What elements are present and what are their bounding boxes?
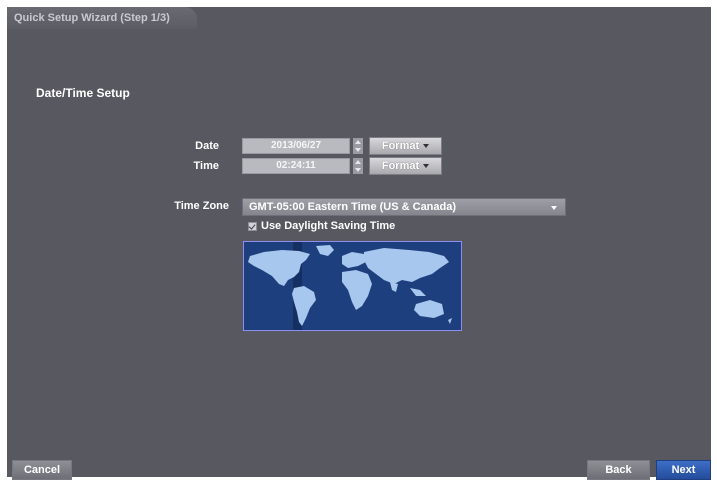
next-button[interactable]: Next bbox=[656, 460, 711, 480]
timezone-label: Time Zone bbox=[174, 200, 229, 212]
timezone-value: GMT-05:00 Eastern Time (US & Canada) bbox=[249, 201, 457, 213]
time-label: Time bbox=[193, 160, 219, 172]
daylight-saving-label: Use Daylight Saving Time bbox=[261, 220, 396, 232]
window-title: Quick Setup Wizard (Step 1/3) bbox=[14, 12, 170, 24]
date-field[interactable]: 2013/06/27 bbox=[242, 138, 350, 154]
world-map-icon bbox=[244, 242, 461, 330]
date-format-label: Format bbox=[381, 140, 420, 152]
title-tab: Quick Setup Wizard (Step 1/3) bbox=[7, 7, 197, 29]
daylight-saving-checkbox[interactable] bbox=[248, 221, 257, 231]
daylight-saving-row[interactable]: Use Daylight Saving Time bbox=[248, 220, 395, 232]
date-format-button[interactable]: Format bbox=[369, 137, 442, 155]
section-title: Date/Time Setup bbox=[36, 86, 130, 100]
cancel-button[interactable]: Cancel bbox=[12, 460, 72, 480]
timezone-select[interactable]: GMT-05:00 Eastern Time (US & Canada) bbox=[242, 198, 566, 216]
chevron-down-icon bbox=[423, 144, 430, 149]
spin-up-icon[interactable] bbox=[355, 140, 361, 144]
back-button[interactable]: Back bbox=[587, 460, 650, 480]
date-spinner[interactable] bbox=[353, 138, 363, 154]
world-map[interactable] bbox=[243, 241, 462, 331]
time-format-button[interactable]: Format bbox=[369, 157, 442, 175]
time-field[interactable]: 02:24:11 bbox=[242, 158, 350, 174]
time-spinner[interactable] bbox=[353, 158, 363, 174]
setup-wizard-window: Quick Setup Wizard (Step 1/3) Date/Time … bbox=[7, 7, 711, 480]
time-format-label: Format bbox=[381, 160, 420, 172]
spin-up-icon[interactable] bbox=[355, 160, 361, 164]
date-label: Date bbox=[195, 140, 219, 152]
spin-down-icon[interactable] bbox=[355, 148, 361, 152]
chevron-down-icon bbox=[423, 164, 430, 169]
chevron-down-icon bbox=[551, 206, 557, 210]
spin-down-icon[interactable] bbox=[355, 168, 361, 172]
